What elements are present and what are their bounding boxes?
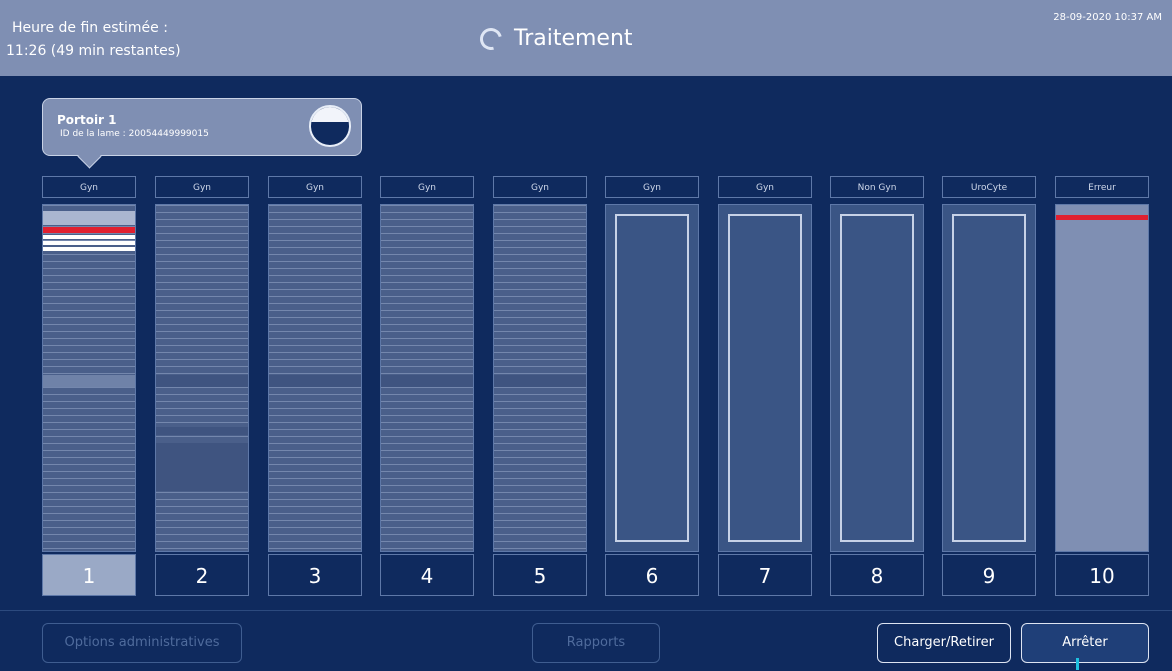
rack-type-label: Gyn <box>155 176 249 198</box>
empty-slot <box>494 375 586 387</box>
rack-6[interactable]: Gyn 6 <box>605 176 699 596</box>
rack-5[interactable]: Gyn 5 <box>493 176 587 596</box>
rack-type-label: Gyn <box>718 176 812 198</box>
slide-slot <box>43 375 135 387</box>
rack-2[interactable]: Gyn 2 <box>155 176 249 596</box>
admin-options-button[interactable]: Options administratives <box>42 623 242 663</box>
rack-number: 2 <box>155 554 249 596</box>
rack-number: 5 <box>493 554 587 596</box>
empty-slot <box>156 427 248 435</box>
rack-type-label: Gyn <box>605 176 699 198</box>
error-slide <box>1056 215 1148 220</box>
rack-slots <box>42 204 136 552</box>
processing-slide <box>43 241 135 245</box>
rack-number: 7 <box>718 554 812 596</box>
empty-slot <box>156 443 248 491</box>
vial-level-icon <box>309 105 351 147</box>
rack-7[interactable]: Gyn 7 <box>718 176 812 596</box>
empty-slot <box>381 375 473 387</box>
slide-id-label: ID de la lame : <box>60 129 126 139</box>
rack-number: 9 <box>942 554 1036 596</box>
rack-type-label: Gyn <box>42 176 136 198</box>
title-group: Traitement <box>475 23 633 54</box>
rack-number: 1 <box>42 554 136 596</box>
rack-10[interactable]: Erreur 10 <box>1055 176 1149 596</box>
empty-slot <box>269 375 361 387</box>
slide-slot <box>43 211 135 219</box>
rack-slots <box>830 204 924 552</box>
rack-type-label: Erreur <box>1055 176 1149 198</box>
reports-button[interactable]: Rapports <box>532 623 660 663</box>
rack-type-label: Gyn <box>268 176 362 198</box>
rack-slots <box>605 204 699 552</box>
rack-slots <box>942 204 1036 552</box>
rack-4[interactable]: Gyn 4 <box>380 176 474 596</box>
empty-rack-outline <box>728 214 802 542</box>
rack-slots <box>380 204 474 552</box>
eta-value: 11:26 (49 min restantes) <box>6 43 181 59</box>
bottom-toolbar: Options administratives Rapports Charger… <box>0 610 1172 671</box>
loading-spinner-icon <box>475 23 507 54</box>
empty-rack-outline <box>952 214 1026 542</box>
rack-number: 4 <box>380 554 474 596</box>
rack-3[interactable]: Gyn 3 <box>268 176 362 596</box>
load-unload-button[interactable]: Charger/Retirer <box>877 623 1011 663</box>
rack-type-label: Gyn <box>380 176 474 198</box>
empty-rack-outline <box>840 214 914 542</box>
rack-number: 8 <box>830 554 924 596</box>
rack-1[interactable]: Gyn 1 <box>42 176 136 596</box>
empty-rack-outline <box>615 214 689 542</box>
empty-slot <box>156 375 248 387</box>
rack-number: 3 <box>268 554 362 596</box>
eta-label: Heure de fin estimée : <box>12 20 168 36</box>
rack-slots <box>155 204 249 552</box>
rack-type-label: UroCyte <box>942 176 1036 198</box>
datetime: 28-09-2020 10:37 AM <box>1053 12 1162 23</box>
header-bar: Heure de fin estimée : 11:26 (49 min res… <box>0 0 1172 76</box>
slide-id-value: 20054449999015 <box>128 129 209 139</box>
pointer-indicator <box>1076 658 1079 670</box>
tooltip-title: Portoir 1 <box>57 113 117 127</box>
processing-slide <box>43 247 135 251</box>
page-title: Traitement <box>514 26 633 51</box>
rack-number: 6 <box>605 554 699 596</box>
rack-type-label: Gyn <box>493 176 587 198</box>
rack-8[interactable]: Non Gyn 8 <box>830 176 924 596</box>
rack-tooltip: Portoir 1 ID de la lame :20054449999015 <box>42 98 362 156</box>
rack-slots <box>493 204 587 552</box>
rack-slots <box>718 204 812 552</box>
processing-slide <box>43 235 135 239</box>
rack-number: 10 <box>1055 554 1149 596</box>
tooltip-slide-id: ID de la lame :20054449999015 <box>57 129 209 139</box>
slide-slot <box>43 219 135 225</box>
rack-9[interactable]: UroCyte 9 <box>942 176 1036 596</box>
rack-slots <box>1055 204 1149 552</box>
rack-type-label: Non Gyn <box>830 176 924 198</box>
stop-button[interactable]: Arrêter <box>1021 623 1149 663</box>
error-slide <box>43 227 135 233</box>
rack-slots <box>268 204 362 552</box>
